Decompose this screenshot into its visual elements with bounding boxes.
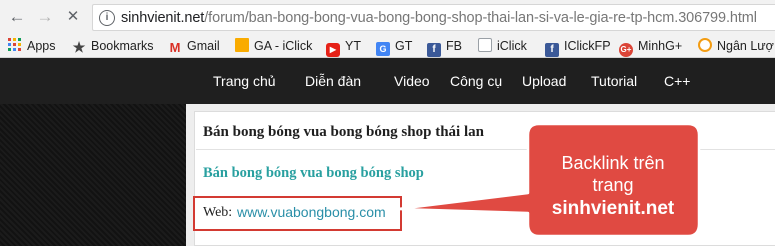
callout-text: Backlink trên trang sinhvienit.net — [513, 152, 713, 222]
callout-line-3: sinhvienit.net — [551, 198, 675, 219]
callout-line-2: trang — [592, 175, 634, 195]
callout-line-1: Backlink trên — [561, 153, 665, 173]
